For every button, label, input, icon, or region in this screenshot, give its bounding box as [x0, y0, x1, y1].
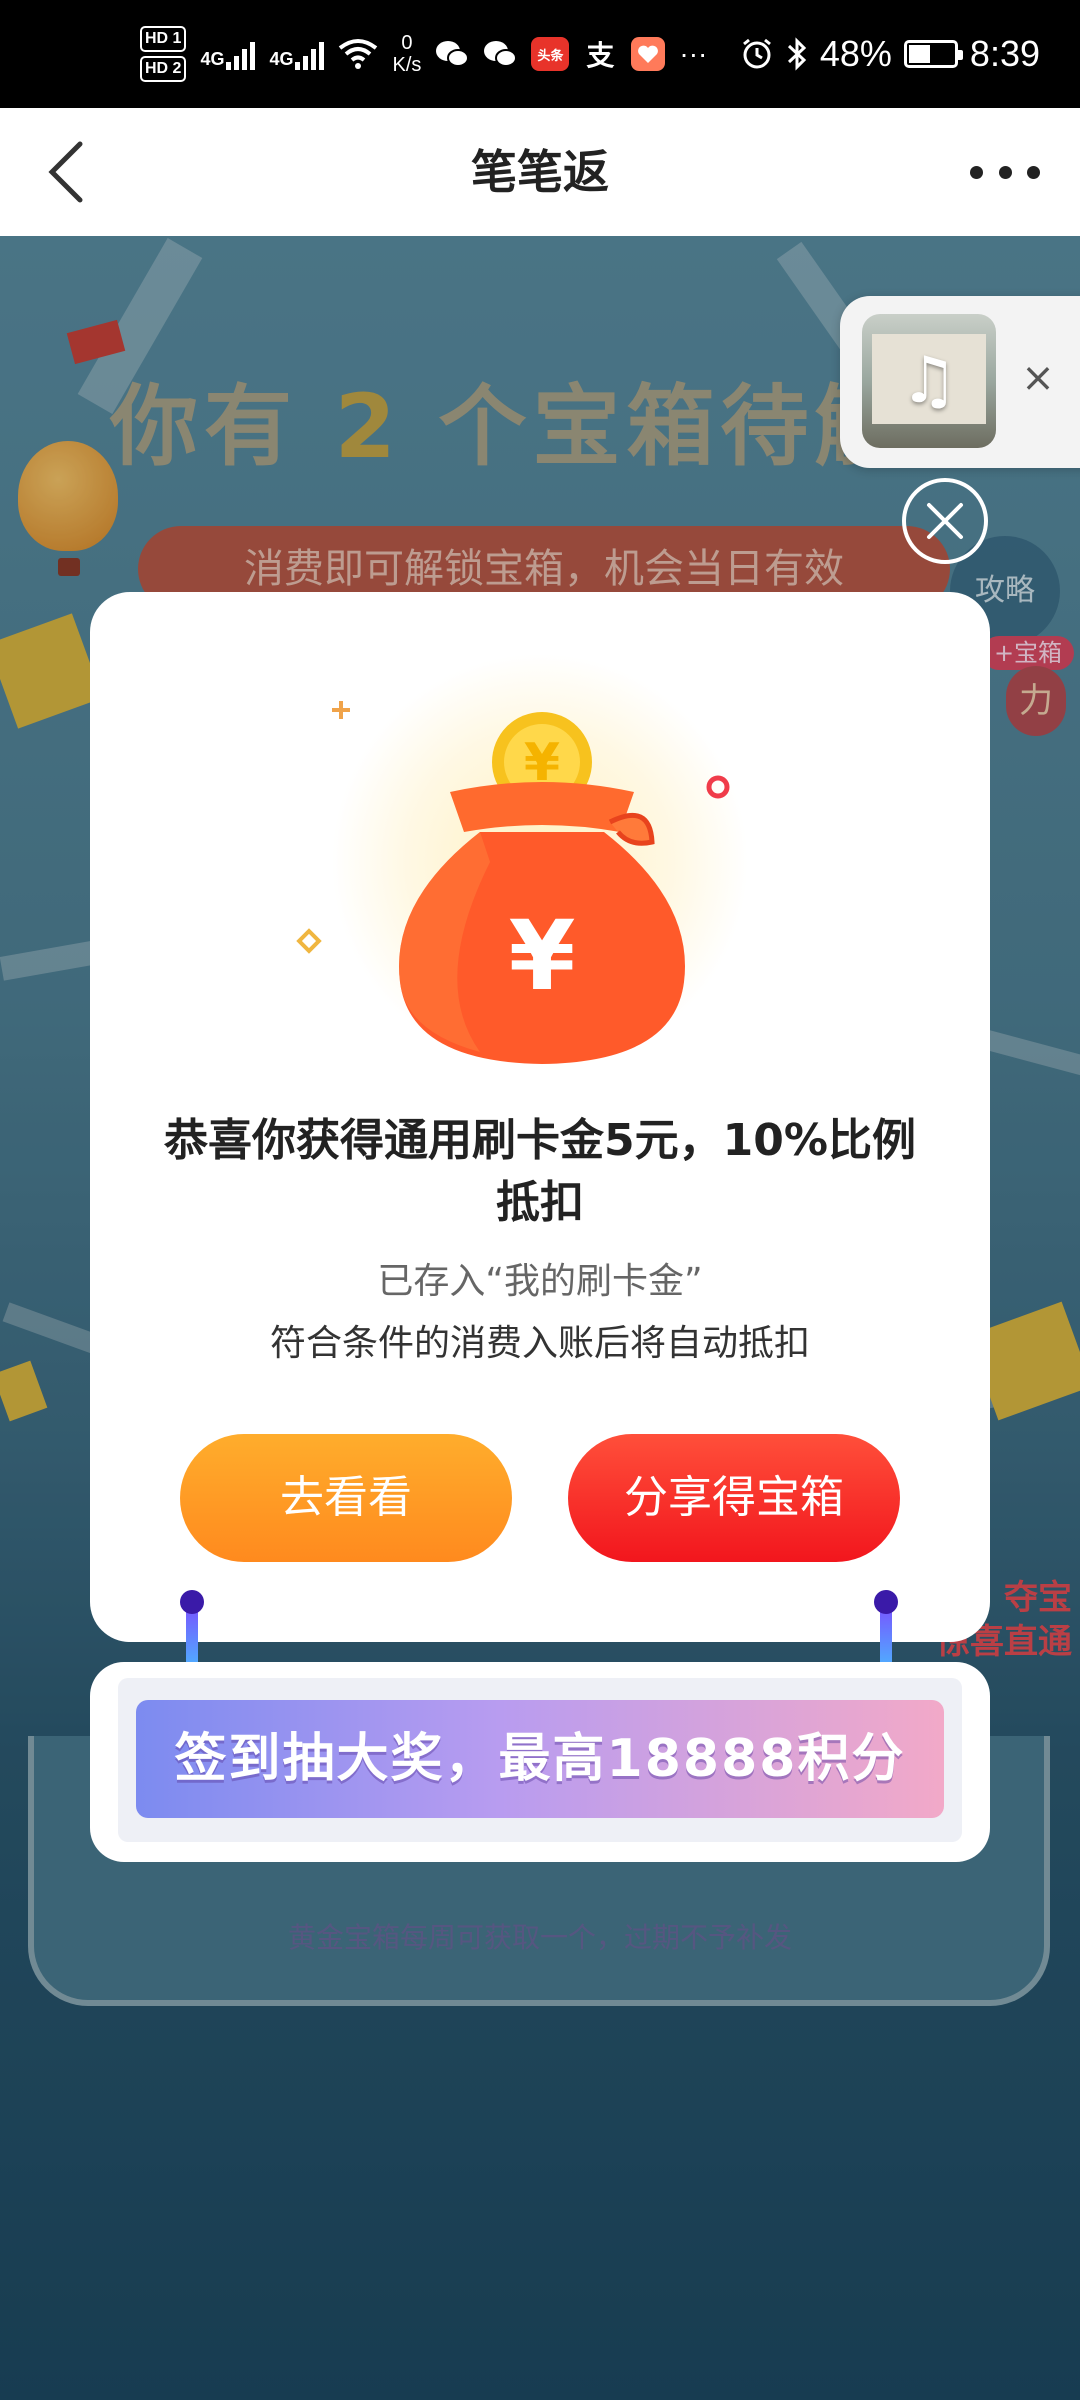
network-type-1: 4G [200, 49, 225, 69]
wifi-icon [339, 39, 378, 69]
status-bar: HD 1 HD 2 4G 4G 0 K/s 头条 支 ··· 48% 8:39 [0, 0, 1080, 108]
more-notifications: ··· [679, 38, 708, 69]
cellular-1-icon: 4G [200, 38, 256, 70]
alipay-icon: 支 [586, 40, 615, 71]
alarm-icon [742, 38, 771, 69]
bag-yuan-symbol: ¥ [508, 900, 576, 1012]
network-speed: 0 K/s [392, 32, 422, 76]
checkin-lottery-banner[interactable]: 签到抽大奖，最高18888积分 [136, 1700, 944, 1818]
sparkle-plus-icon [332, 701, 350, 719]
battery-icon [903, 40, 963, 68]
bluetooth-icon [787, 37, 807, 71]
music-note-icon: ♫ [900, 344, 958, 418]
go-see-button[interactable]: 去看看 [180, 1434, 512, 1562]
share-get-box-button[interactable]: 分享得宝箱 [568, 1434, 900, 1562]
banner-card: 签到抽大奖，最高18888积分 [90, 1662, 990, 1862]
reward-dialog: ¥ ¥ 恭喜你获得通用刷卡金5元，10%比例抵扣 已存入“我的刷卡金” 符合条件… [90, 592, 990, 1642]
page-title: 笔笔返 [471, 145, 609, 199]
hd-indicator: HD 1 HD 2 [140, 24, 187, 84]
sparkle-ring-icon [706, 775, 730, 799]
nav-bar: 笔笔返 [0, 108, 1080, 236]
wechat-icon [435, 37, 470, 71]
toutiao-icon: 头条 [531, 37, 570, 71]
close-icon [927, 503, 963, 539]
hd2-label: HD 2 [140, 56, 187, 82]
sparkle-diamond-icon [296, 928, 322, 954]
hd1-label: HD 1 [140, 26, 187, 52]
dialog-close-button[interactable] [902, 478, 988, 564]
reward-saved-note: 已存入“我的刷卡金” [377, 1261, 703, 1302]
battery-percent: 48% [819, 33, 892, 74]
network-type-2: 4G [269, 49, 294, 69]
reward-title: 恭喜你获得通用刷卡金5元，10%比例抵扣 [164, 1115, 916, 1228]
clock: 8:39 [969, 33, 1040, 74]
wechat-2-icon [483, 37, 518, 71]
mini-player[interactable]: ♫ × [840, 296, 1080, 468]
more-button[interactable] [970, 148, 1040, 196]
mini-player-close-icon[interactable]: × [1016, 356, 1060, 400]
money-bag-illustration: ¥ ¥ [280, 632, 800, 1092]
health-icon [631, 37, 666, 71]
reward-deduction-note: 符合条件的消费入账后将自动抵扣 [269, 1323, 810, 1364]
cellular-2-icon: 4G [269, 38, 325, 70]
